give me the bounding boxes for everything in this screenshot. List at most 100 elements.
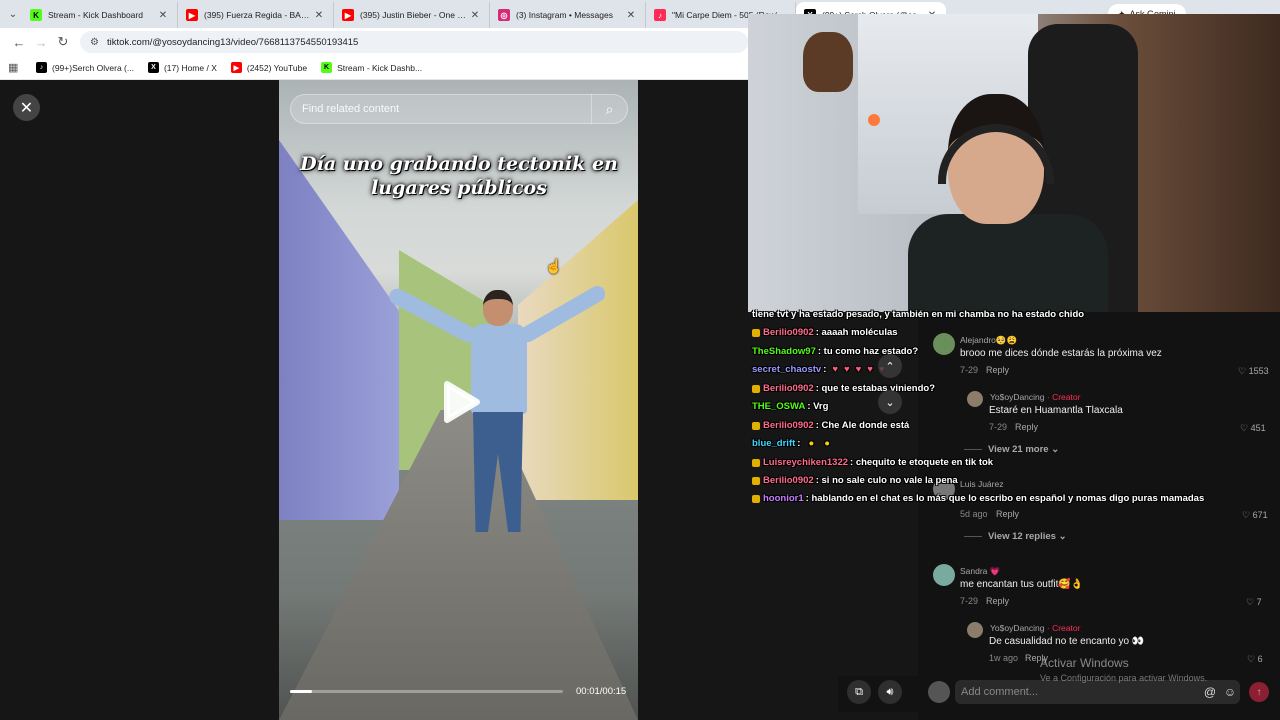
author-name: Yo$oyDancing (990, 623, 1045, 633)
subscriber-badge-icon (752, 494, 760, 503)
avatar[interactable] (967, 622, 983, 638)
bookmark-tiktok[interactable]: ♪ (99+)Serch Olvera (... (36, 62, 134, 73)
instagram-icon: ◎ (498, 9, 510, 21)
chat-message: Berilio0902: que te estabas viniendo? (752, 383, 935, 394)
youtube-icon: ▶ (230, 62, 242, 73)
tab-instagram[interactable]: ◎ (3) Instagram • Messages ✕ (490, 2, 646, 28)
chat-message: hoonior1: hablando en el chat es lo más … (752, 493, 1204, 504)
forward-icon[interactable]: → (30, 35, 52, 50)
tab-label: Stream - Kick Dashboard (48, 10, 143, 20)
chat-username: Berilio0902 (763, 327, 814, 338)
url-text: tiktok.com/@yosoydancing13/video/7668113… (106, 36, 359, 48)
find-related-input[interactable] (302, 103, 591, 115)
url-bar[interactable]: ⚙ tiktok.com/@yosoydancing13/video/76681… (80, 31, 748, 53)
close-viewer-button[interactable]: ✕ (13, 94, 40, 121)
tab-youtube-bieber[interactable]: ▶ (395) Justin Bieber - One Less L ✕ (334, 2, 490, 28)
chat-username: hoonior1 (763, 493, 804, 504)
tab-label: (395) Justin Bieber - One Less L (360, 10, 469, 20)
bookmark-kick[interactable]: K Stream - Kick Dashb... (321, 62, 422, 73)
creator-badge: · Creator (1046, 623, 1081, 633)
chat-message: THE_OSWA: Vrg (752, 401, 828, 412)
user-avatar[interactable] (928, 681, 950, 703)
chat-text: : aaaah moléculas (815, 327, 898, 338)
chat-message: Luisreychiken1322: chequito te etoquete … (752, 457, 993, 468)
arrow-up-icon: ↑ (1256, 686, 1262, 698)
search-icon[interactable]: ⌕ (591, 94, 627, 124)
chat-text: : que te estabas viniendo? (815, 383, 936, 394)
chat-username: Berilio0902 (763, 383, 814, 394)
add-comment-field[interactable]: @ ☺ (955, 680, 1240, 704)
emote-icon: ●● (808, 438, 840, 449)
youtube-icon: ▶ (342, 9, 354, 21)
tab-label: (3) Instagram • Messages (516, 10, 613, 20)
bookmarks-bar: ▦ ♪ (99+)Serch Olvera (... X (17) Home /… (0, 56, 748, 80)
speaker-icon: 🔊︎ (886, 685, 894, 698)
close-icon[interactable]: ✕ (157, 10, 169, 21)
video-timecode: 00:01/00:15 (576, 686, 627, 697)
tab-youtube-fuerza[interactable]: ▶ (395) Fuerza Regida - BARBIEZ ✕ (178, 2, 334, 28)
reply-button[interactable]: Reply (986, 596, 1009, 606)
previous-video-button[interactable]: ⌃ (878, 354, 902, 378)
stream-chat-overlay: tiene tvt y ha estado pesado, y también … (748, 306, 1248, 506)
chat-message: Berilio0902: si no sale culo no vale la … (752, 475, 958, 486)
chat-message: secret_chaostv: ♥♥♥♥♥ (752, 364, 891, 375)
chat-text: tiene tvt y ha estado pesado, y también … (752, 309, 1085, 320)
volume-button[interactable]: 🔊︎ (878, 680, 902, 704)
like-count: 1553 (1248, 366, 1269, 376)
chat-text: : tu como haz estado? (817, 346, 919, 357)
chat-text: : (823, 364, 827, 375)
close-icon[interactable]: ✕ (469, 10, 481, 21)
streamer-webcam (748, 14, 1280, 312)
close-icon[interactable]: ✕ (625, 10, 637, 21)
pip-icon: ⧉ (855, 685, 863, 698)
chat-username: TheShadow97 (752, 346, 816, 357)
bookmark-x-home[interactable]: X (17) Home / X (147, 62, 217, 73)
tab-list-dropdown[interactable]: ⌄ (4, 5, 22, 23)
post-comment-button[interactable]: ↑ (1249, 682, 1269, 702)
reply-button[interactable]: Reply (996, 509, 1019, 519)
tab-label: (395) Fuerza Regida - BARBIEZ (204, 10, 313, 20)
find-related-search[interactable]: ⌕ (290, 94, 628, 124)
chat-message: Berilio0902: aaaah moléculas (752, 327, 898, 338)
chat-username: blue_drift (752, 438, 796, 449)
site-info-icon[interactable]: ⚙ (90, 37, 99, 48)
apps-grid-icon[interactable]: ▦ (8, 61, 22, 74)
screen: ⌄ K Stream - Kick Dashboard ✕ ▶ (395) Fu… (0, 0, 1280, 720)
windows-activation-subtitle: Ve a Configuración para activar Windows. (1040, 673, 1208, 683)
comment-text: me encantan tus outfit🥰👌 (960, 579, 1084, 590)
mention-icon[interactable]: @ (1200, 685, 1220, 699)
like-count: 7 (1256, 597, 1262, 607)
picture-in-picture-button[interactable]: ⧉ (847, 680, 871, 704)
chat-username: THE_OSWA (752, 401, 806, 412)
chat-text: : (797, 438, 801, 449)
comment-author[interactable]: Sandra 💗 (960, 566, 1000, 577)
subscriber-badge-icon (752, 328, 760, 337)
comment-date: 1w ago (989, 653, 1019, 663)
tab-kick-dashboard[interactable]: K Stream - Kick Dashboard ✕ (22, 2, 178, 28)
comment-date: 7-29 (960, 596, 979, 606)
avatar[interactable] (933, 564, 955, 586)
subscriber-badge-icon (752, 476, 760, 485)
reload-icon[interactable]: ↻ (52, 34, 74, 50)
comment-author[interactable]: Yo$oyDancing · Creator (990, 623, 1080, 633)
next-video-button[interactable]: ⌄ (878, 390, 902, 414)
tiktok-icon: ♪ (36, 62, 47, 73)
back-icon[interactable]: ← (8, 35, 30, 50)
emoji-icon[interactable]: ☺ (1220, 685, 1240, 699)
comment-input[interactable] (961, 686, 1200, 698)
play-button[interactable] (441, 380, 481, 424)
subscriber-badge-icon (752, 421, 760, 430)
chat-message: blue_drift: ●● (752, 438, 840, 449)
close-icon[interactable]: ✕ (313, 10, 325, 21)
kick-icon: K (321, 62, 333, 73)
like-button[interactable]: ♡ 671 (1242, 510, 1268, 521)
bookmark-label: (17) Home / X (163, 62, 217, 73)
video-progress-bar[interactable] (290, 690, 563, 693)
bookmark-youtube[interactable]: ▶ (2452) YouTube (230, 62, 307, 73)
view-more-replies[interactable]: View 12 replies ⌄ (964, 531, 1067, 542)
like-button[interactable]: ♡ 6 (1247, 654, 1263, 665)
mouse-cursor-icon: ☝ (545, 258, 563, 274)
chat-username: Berilio0902 (763, 475, 814, 486)
chat-username: Luisreychiken1322 (763, 457, 849, 468)
like-button[interactable]: ♡ 7 (1246, 597, 1262, 608)
